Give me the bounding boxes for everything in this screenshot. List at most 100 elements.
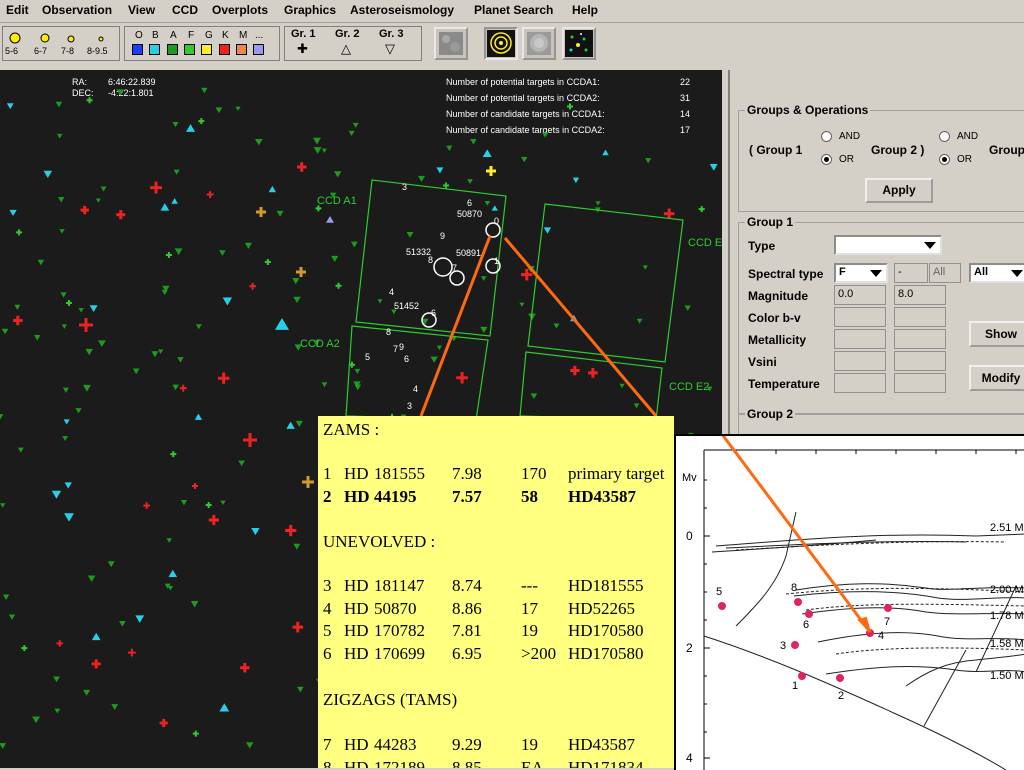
group1-open-label: ( Group 1 (749, 143, 803, 157)
show-button[interactable]: Show (969, 321, 1024, 347)
sky-star (6, 103, 14, 110)
apply-button[interactable]: Apply (865, 178, 933, 203)
sky-star (313, 147, 322, 154)
star-field-button[interactable] (562, 27, 596, 60)
menu-asteroseismology[interactable]: Asteroseismology (350, 3, 454, 17)
type-select[interactable] (834, 235, 942, 255)
hr-star-point (884, 604, 892, 612)
ccd-e2-label: CCD E2 (669, 381, 710, 393)
sky-star (482, 149, 492, 157)
op1-and-label: AND (839, 131, 861, 142)
sky-star (295, 420, 303, 427)
unevolved-row-cell-vsini: 17 (521, 598, 538, 618)
unevolved-row-cell-n: 4 (323, 598, 332, 618)
sky-star (56, 133, 63, 139)
spectral-class-select[interactable]: All (969, 263, 1024, 283)
color-bv-label: Color b-v (748, 311, 801, 325)
menu-ccd[interactable]: CCD (172, 3, 198, 17)
sky-image-button[interactable] (434, 27, 468, 60)
menu-help[interactable]: Help (572, 3, 598, 17)
sky-star (0, 414, 4, 420)
color-bv-min-field[interactable] (834, 307, 886, 327)
unevolved-row-cell-n: 3 (323, 576, 332, 595)
sky-star (151, 351, 159, 358)
hr-star-point (718, 602, 726, 610)
spectral-type-to-field[interactable]: All (929, 263, 961, 283)
menu-edit[interactable]: Edit (6, 3, 29, 17)
temperature-max-field[interactable] (894, 373, 946, 393)
spec-m: M (239, 30, 248, 41)
hr-point-label-8: 8 (791, 582, 798, 594)
vsini-max-field[interactable] (894, 351, 946, 371)
target-ring-button[interactable] (484, 27, 518, 60)
metallicity-max-field[interactable] (894, 329, 946, 349)
spec-k: K (222, 30, 229, 41)
unevolved-row-cell-num: 181147 (374, 576, 425, 595)
ccd-e-frame (527, 203, 684, 363)
modify-button[interactable]: Modify (969, 365, 1024, 391)
magnitude-label: Magnitude (748, 289, 808, 303)
sky-star (100, 186, 107, 192)
magnitude-max-field[interactable]: 8.0 (894, 285, 946, 305)
sky-star (61, 324, 67, 329)
sky-star (172, 384, 179, 391)
hr-y-tick-4: 4 (686, 751, 693, 765)
sky-star (2, 594, 10, 600)
menu-observation[interactable]: Observation (42, 3, 112, 17)
spec-b: B (152, 30, 159, 41)
star-num: 4 (413, 384, 419, 394)
sky-star (85, 348, 93, 356)
spectral-swatch (201, 44, 213, 55)
unevolved-row-cell-vsini: --- (521, 576, 538, 595)
sky-star (633, 403, 640, 409)
sky-star (443, 182, 450, 189)
unevolved-row-cell-vsini: >200 (521, 643, 557, 663)
density-map-button[interactable] (522, 27, 556, 60)
spectral-legend[interactable]: O B A F G K M ... (124, 26, 280, 61)
mag-label-2: 6-7 (34, 46, 48, 56)
spectral-swatch (132, 44, 143, 55)
op1-and-radio[interactable] (821, 131, 832, 142)
sky-star (519, 302, 525, 307)
menu-graphics[interactable]: Graphics (284, 3, 336, 17)
sky-star (470, 139, 477, 145)
stat-label-3: Number of candidate targets in CCDA1: (446, 109, 605, 119)
menu-view[interactable]: View (128, 3, 155, 17)
op2-or-radio[interactable] (939, 154, 950, 165)
menu-overplots[interactable]: Overplots (212, 3, 268, 17)
magnitude-min-field[interactable]: 0.0 (834, 285, 886, 305)
stat-label-1: Number of potential targets in CCDA1: (446, 77, 600, 87)
sky-star (37, 259, 45, 266)
chevron-down-icon (1011, 270, 1023, 277)
sky-star (192, 730, 199, 737)
temperature-min-field[interactable] (834, 373, 886, 393)
groups-legend[interactable]: Gr. 1 Gr. 2 Gr. 3 ✚ △ ▽ (284, 26, 422, 61)
ccd-a2-label: CCD A2 (300, 338, 340, 350)
metallicity-min-field[interactable] (834, 329, 886, 349)
vsini-min-field[interactable] (834, 351, 886, 371)
op1-or-radio[interactable] (821, 154, 832, 165)
sky-star (417, 175, 426, 182)
color-bv-max-field[interactable] (894, 307, 946, 327)
magnitude-legend[interactable]: 5-6 6-7 7-8 8-9.5 (2, 26, 120, 61)
zigzag-row-cell-num: 172189 (374, 757, 425, 769)
sky-star (245, 742, 254, 749)
hr-track-label-3: 1.78 M (990, 610, 1024, 622)
sky-star (348, 130, 355, 136)
sky-star (348, 361, 355, 368)
sky-star (217, 372, 230, 384)
hr-star-point (836, 674, 844, 682)
sky-star (8, 614, 16, 620)
sky-star (572, 177, 580, 184)
menu-planet-search[interactable]: Planet Search (474, 3, 553, 17)
zigzag-row-cell-hd: HD (344, 735, 369, 754)
sky-star (0, 743, 7, 749)
unevolved-row-cell-n: 6 (323, 643, 332, 663)
zigzag-row-cell-note: HD171834 (568, 757, 644, 769)
spectral-type-select[interactable]: F (834, 263, 888, 283)
sky-star (302, 476, 314, 488)
sky-image-icon (439, 32, 463, 55)
sky-star (436, 345, 442, 351)
op2-and-radio[interactable] (939, 131, 950, 142)
spectral-swatch (253, 44, 265, 55)
